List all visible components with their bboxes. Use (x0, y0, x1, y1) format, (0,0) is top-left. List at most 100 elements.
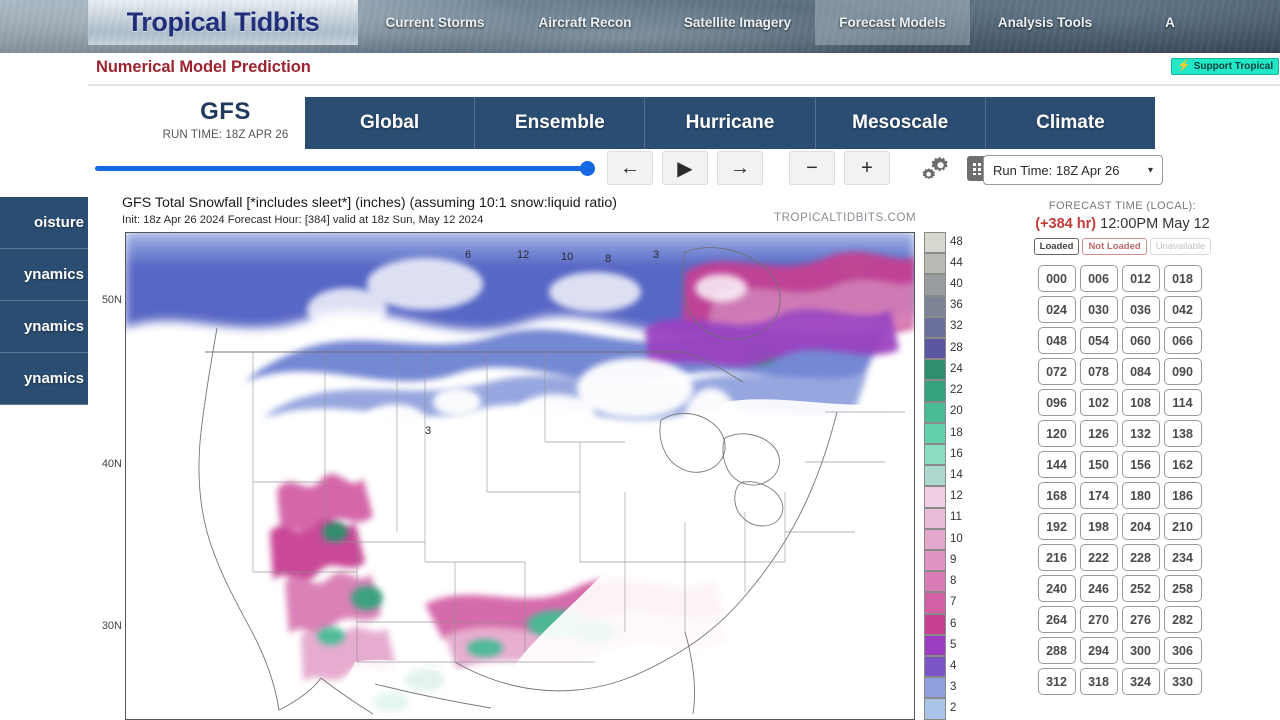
forecast-hour-cell[interactable]: 054 (1079, 327, 1118, 354)
forecast-hour-cell[interactable]: 168 (1037, 482, 1076, 509)
colorbar-tick-label: 10 (950, 532, 963, 545)
snowfall-map-svg: 6 12 10 8 3 3 (125, 232, 915, 720)
forecast-hour-cell[interactable]: 018 (1163, 265, 1202, 292)
forecast-hour-cell[interactable]: 000 (1037, 265, 1076, 292)
sidebar-item-moisture[interactable]: oisture (0, 197, 88, 249)
gears-icon[interactable] (916, 151, 956, 185)
colorbar-tick-label: 18 (950, 426, 963, 439)
forecast-hour-cell[interactable]: 078 (1079, 358, 1118, 385)
nav-item-partial[interactable]: A (1120, 0, 1220, 45)
forecast-hour-cell[interactable]: 012 (1121, 265, 1160, 292)
forecast-hour-cell[interactable]: 234 (1163, 544, 1202, 571)
forecast-hour-cell[interactable]: 048 (1037, 327, 1076, 354)
forecast-hour-cell[interactable]: 294 (1079, 637, 1118, 664)
forecast-hour-cell[interactable]: 006 (1079, 265, 1118, 292)
forecast-hour-cell[interactable]: 102 (1079, 389, 1118, 416)
decrease-speed-button[interactable]: − (789, 151, 835, 185)
sidebar-item-dynamics-3[interactable]: ynamics (0, 353, 88, 405)
lat-label-40n: 40N (101, 458, 122, 470)
run-time-select[interactable]: Run Time: 18Z Apr 26 ▾ (983, 155, 1163, 185)
forecast-hour-cell[interactable]: 156 (1121, 451, 1160, 478)
forecast-hour-cell[interactable]: 282 (1163, 606, 1202, 633)
forecast-hour-cell[interactable]: 096 (1037, 389, 1076, 416)
forecast-hour-cell[interactable]: 126 (1079, 420, 1118, 447)
frame-slider-thumb[interactable] (580, 161, 595, 176)
forecast-hour-cell[interactable]: 252 (1121, 575, 1160, 602)
model-name: GFS (200, 98, 251, 125)
forecast-hour-cell[interactable]: 180 (1121, 482, 1160, 509)
forecast-hour-cell[interactable]: 144 (1037, 451, 1076, 478)
nav-item-aircraft-recon[interactable]: Aircraft Recon (510, 0, 660, 45)
colorbar-cell (924, 613, 946, 635)
sidebar-item-dynamics-2[interactable]: ynamics (0, 301, 88, 353)
support-button[interactable]: ⚡ Support Tropical (1171, 58, 1280, 75)
forecast-hour-cell[interactable]: 300 (1121, 637, 1160, 664)
tab-mesoscale[interactable]: Mesoscale (816, 97, 986, 149)
play-button[interactable]: ▶ (662, 151, 708, 185)
status-legend: Loaded Not Loaded Unavailable (965, 238, 1280, 255)
forecast-hour-cell[interactable]: 108 (1121, 389, 1160, 416)
tab-hurricane[interactable]: Hurricane (645, 97, 816, 149)
forecast-hour-cell[interactable]: 090 (1163, 358, 1202, 385)
forecast-hour-cell[interactable]: 024 (1037, 296, 1076, 323)
forecast-hour-cell[interactable]: 312 (1037, 668, 1076, 695)
forecast-hour-cell[interactable]: 270 (1079, 606, 1118, 633)
forecast-hour-cell[interactable]: 330 (1163, 668, 1202, 695)
forecast-hour-cell[interactable]: 306 (1163, 637, 1202, 664)
forecast-hour-cell[interactable]: 240 (1037, 575, 1076, 602)
forecast-hour-cell[interactable]: 264 (1037, 606, 1076, 633)
forecast-hour-cell[interactable]: 072 (1037, 358, 1076, 385)
nav-item-analysis-tools[interactable]: Analysis Tools (970, 0, 1120, 45)
forecast-hour-cell[interactable]: 162 (1163, 451, 1202, 478)
colorbar-cell (924, 316, 946, 339)
forecast-hour-cell[interactable]: 186 (1163, 482, 1202, 509)
forecast-hour-cell[interactable]: 318 (1079, 668, 1118, 695)
colorbar-cell (924, 401, 946, 423)
forecast-hour-cell[interactable]: 132 (1121, 420, 1160, 447)
forecast-hour-cell[interactable]: 222 (1079, 544, 1118, 571)
forecast-hour-cell[interactable]: 120 (1037, 420, 1076, 447)
next-frame-button[interactable]: → (717, 151, 763, 185)
frame-slider-track[interactable] (95, 166, 595, 171)
forecast-hour-cell[interactable]: 204 (1121, 513, 1160, 540)
forecast-hour-cell[interactable]: 288 (1037, 637, 1076, 664)
sidebar-item-dynamics-1[interactable]: ynamics (0, 249, 88, 301)
nav-item-forecast-models[interactable]: Forecast Models (815, 0, 970, 45)
tab-climate[interactable]: Climate (986, 97, 1155, 149)
status-chip-not-loaded[interactable]: Not Loaded (1082, 238, 1147, 255)
tab-ensemble[interactable]: Ensemble (475, 97, 646, 149)
forecast-hour-cell[interactable]: 084 (1121, 358, 1160, 385)
forecast-hour-cell[interactable]: 174 (1079, 482, 1118, 509)
status-chip-unavailable[interactable]: Unavailable (1149, 238, 1212, 255)
colorbar-cell (924, 465, 946, 487)
forecast-hour-cell[interactable]: 060 (1121, 327, 1160, 354)
forecast-hour-cell[interactable]: 198 (1079, 513, 1118, 540)
forecast-hour-cell[interactable]: 150 (1079, 451, 1118, 478)
nav-label: Forecast Models (839, 15, 946, 30)
forecast-hour-cell[interactable]: 246 (1079, 575, 1118, 602)
forecast-hour-cell[interactable]: 258 (1163, 575, 1202, 602)
colorbar-tick-label: 5 (950, 638, 957, 651)
forecast-hour-cell[interactable]: 324 (1121, 668, 1160, 695)
forecast-hour-cell[interactable]: 114 (1163, 389, 1202, 416)
colorbar-tick-label: 9 (950, 553, 957, 566)
increase-speed-button[interactable]: + (844, 151, 890, 185)
site-logo[interactable]: Tropical Tidbits (88, 0, 358, 45)
previous-frame-button[interactable]: ← (607, 151, 653, 185)
snowfall-map[interactable]: 6 12 10 8 3 3 (125, 232, 915, 720)
forecast-hour-cell[interactable]: 042 (1163, 296, 1202, 323)
nav-item-satellite-imagery[interactable]: Satellite Imagery (660, 0, 815, 45)
forecast-hour-cell[interactable]: 210 (1163, 513, 1202, 540)
forecast-hour-cell[interactable]: 276 (1121, 606, 1160, 633)
forecast-hour-cell[interactable]: 066 (1163, 327, 1202, 354)
forecast-hour-cell[interactable]: 216 (1037, 544, 1076, 571)
forecast-hour-cell[interactable]: 192 (1037, 513, 1076, 540)
nav-item-current-storms[interactable]: Current Storms (360, 0, 510, 45)
frame-slider[interactable] (95, 160, 595, 178)
status-chip-loaded[interactable]: Loaded (1033, 238, 1080, 255)
forecast-hour-cell[interactable]: 138 (1163, 420, 1202, 447)
tab-global[interactable]: Global (305, 97, 476, 149)
forecast-hour-cell[interactable]: 030 (1079, 296, 1118, 323)
forecast-hour-cell[interactable]: 036 (1121, 296, 1160, 323)
forecast-hour-cell[interactable]: 228 (1121, 544, 1160, 571)
